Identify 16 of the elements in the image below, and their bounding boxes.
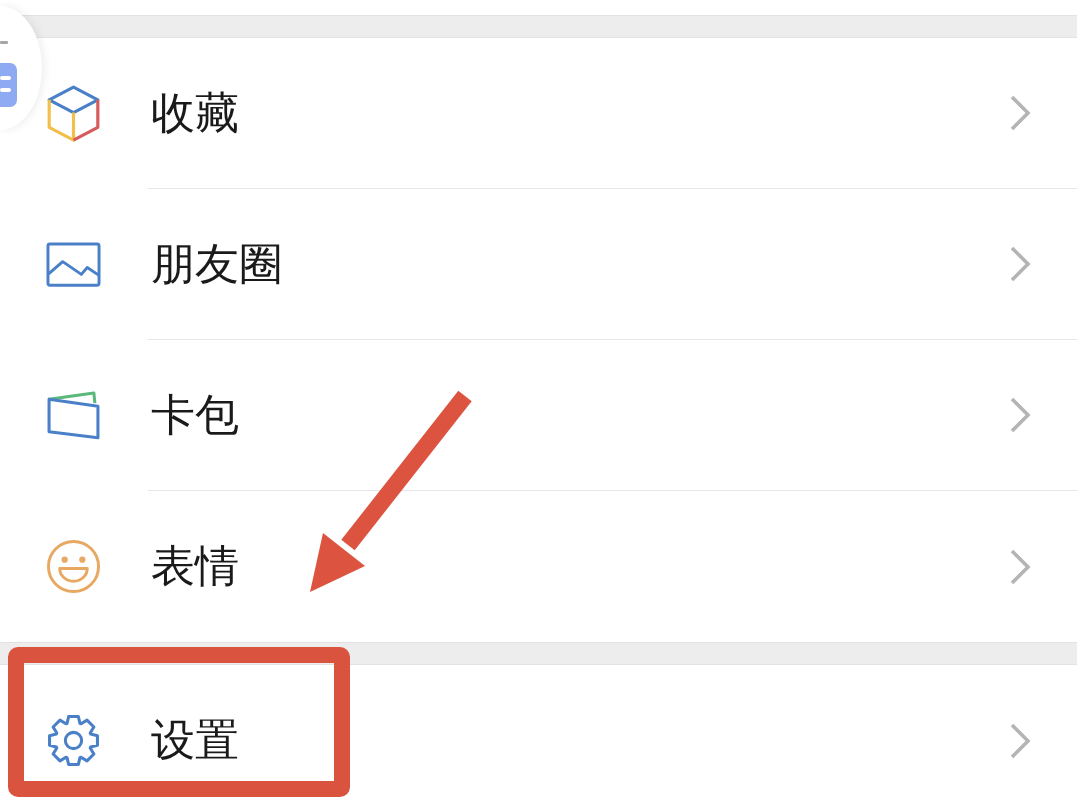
wallet-icon <box>46 391 101 440</box>
smiley-icon <box>46 539 101 594</box>
menu-item[interactable]: 朋友圈 <box>44 189 1077 340</box>
cube-icon <box>46 83 101 144</box>
chevron-right-icon <box>1009 721 1031 760</box>
app-tile-icon <box>0 40 18 108</box>
chevron-right-icon <box>1009 396 1031 434</box>
chevron-right-icon <box>1009 245 1031 283</box>
settings-icon <box>46 713 101 768</box>
menu-item[interactable]: 设置 <box>44 665 1077 807</box>
picture-icon <box>46 241 101 288</box>
chevron-right-icon <box>1009 547 1031 586</box>
menu-item[interactable]: 表情 <box>44 491 1077 642</box>
menu-item[interactable]: 卡包 <box>44 340 1077 491</box>
chevron-right-icon <box>1009 94 1031 132</box>
menu-item[interactable]: 收藏 <box>44 38 1077 189</box>
